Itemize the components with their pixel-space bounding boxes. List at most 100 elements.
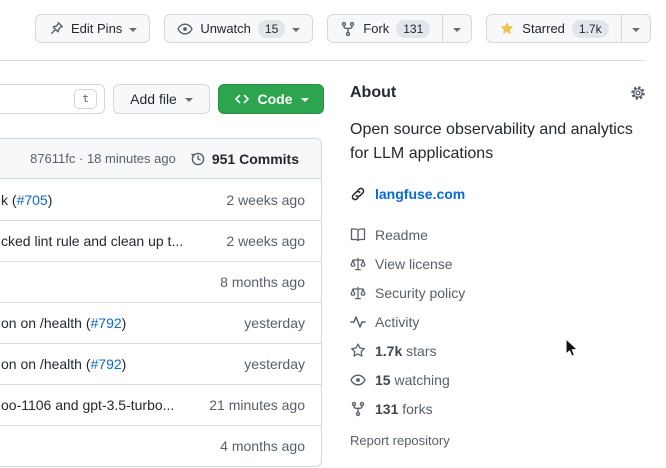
unwatch-label: Unwatch [200,21,251,36]
about-sidebar: About Open source observability and anal… [350,84,646,448]
eye-icon [350,372,366,388]
commit-message-text: on on /health ( [1,356,91,372]
history-icon [190,151,206,167]
commit-message: cked lint rule and clean up t... [1,233,226,249]
table-row: oo-1106 and gpt-3.5-turbo... 21 minutes … [0,384,321,425]
commit-message: on on /health (#792) [1,315,244,331]
watching-stat: 15 watching [375,372,450,388]
add-file-label: Add file [130,91,177,107]
security-policy-label: Security policy [375,285,465,301]
commit-age[interactable]: 8 months ago [220,274,305,290]
watching-link[interactable]: 15 watching [350,365,646,394]
pr-link[interactable]: #792 [91,315,122,331]
repo-action-bar: Edit Pins Unwatch 15 Fork 131 Starred 1.… [35,14,651,43]
commits-count-label: 951 Commits [212,151,299,167]
fork-label: Fork [363,21,389,36]
fork-count-badge: 131 [396,20,430,38]
commit-age[interactable]: 2 weeks ago [226,192,305,208]
dropdown-caret-icon [292,28,300,32]
table-row: 4 months ago [0,425,321,466]
link-icon [350,186,366,202]
forks-stat: 131 forks [375,401,433,417]
file-rows: k (#705) 2 weeks ago cked lint rule and … [0,179,321,466]
table-row: on on /health (#792) yesterday [0,343,321,384]
commit-message-text: ) [122,356,127,372]
commit-message: k (#705) [1,192,226,208]
latest-commit-sha-time[interactable]: 87611fc · 18 minutes ago [30,151,176,166]
forks-label: forks [402,401,432,417]
commit-message-text: oo-1106 and gpt-3.5-turbo... [1,397,174,413]
commit-history-link[interactable]: 951 Commits [190,151,299,167]
header-divider [0,60,645,61]
commit-age[interactable]: yesterday [244,356,305,372]
dropdown-caret-icon [301,98,309,102]
edit-pins-button[interactable]: Edit Pins [35,14,150,43]
about-links-list: Readme View license Security policy Acti… [350,220,646,423]
view-license-label: View license [375,256,453,272]
watching-count: 15 [375,372,391,388]
commit-message-text: ) [48,192,53,208]
edit-pins-label: Edit Pins [71,21,122,36]
dropdown-caret-icon [632,28,640,32]
book-icon [350,227,366,243]
dropdown-caret-icon [129,28,137,32]
watchers-count-badge: 15 [258,20,285,38]
view-license-link[interactable]: View license [350,249,646,278]
file-table: 87611fc · 18 minutes ago 951 Commits k (… [0,138,322,467]
starred-button[interactable]: Starred 1.7k [487,15,620,42]
commit-message: on on /health (#792) [1,356,244,372]
star-icon [499,21,515,37]
star-button-group: Starred 1.7k [486,14,650,43]
repo-description: Open source observability and analytics … [350,118,650,166]
commit-message-text: k ( [1,192,17,208]
table-row: k (#705) 2 weeks ago [0,179,321,220]
table-row: 8 months ago [0,261,321,302]
pr-link[interactable]: #792 [91,356,122,372]
pr-link[interactable]: #705 [17,192,48,208]
stars-count: 1.7k [375,343,402,359]
law-icon [350,285,366,301]
website-link[interactable]: langfuse.com [375,186,465,202]
fork-dropdown-button[interactable] [442,15,471,42]
fork-icon [340,21,356,37]
stars-label: stars [406,343,436,359]
commit-age[interactable]: yesterday [244,315,305,331]
pulse-icon [350,314,366,330]
star-icon [350,343,366,359]
fork-button-group: Fork 131 [327,14,472,43]
commit-age[interactable]: 21 minutes ago [209,397,305,413]
pin-icon [48,21,64,37]
fork-button[interactable]: Fork 131 [328,15,442,42]
commit-age[interactable]: 2 weeks ago [226,233,305,249]
commit-message-text: cked lint rule and clean up t... [1,233,183,249]
code-button[interactable]: Code [218,84,324,114]
code-label: Code [258,91,293,107]
website-row: langfuse.com [350,186,646,202]
unwatch-button[interactable]: Unwatch 15 [164,14,313,43]
go-to-file-input[interactable]: t [0,84,105,114]
starred-label: Starred [522,21,565,36]
keyboard-shortcut-badge: t [74,89,97,109]
dropdown-caret-icon [453,28,461,32]
commit-age[interactable]: 4 months ago [220,438,305,454]
forks-count: 131 [375,401,398,417]
table-row: cked lint rule and clean up t... 2 weeks… [0,220,321,261]
eye-icon [177,21,193,37]
activity-label: Activity [375,314,419,330]
about-header: About [350,84,646,102]
latest-commit-bar: 87611fc · 18 minutes ago 951 Commits [0,139,321,179]
security-policy-link[interactable]: Security policy [350,278,646,307]
commit-message-text: on on /health ( [1,315,91,331]
add-file-button[interactable]: Add file [113,84,210,114]
watching-label: watching [394,372,449,388]
gear-icon[interactable] [630,85,646,101]
fork-icon [350,401,366,417]
readme-link[interactable]: Readme [350,220,646,249]
stars-link[interactable]: 1.7k stars [350,336,646,365]
about-title: About [350,84,396,102]
table-row: on on /health (#792) yesterday [0,302,321,343]
activity-link[interactable]: Activity [350,307,646,336]
forks-link[interactable]: 131 forks [350,394,646,423]
star-dropdown-button[interactable] [621,15,650,42]
report-repository-link[interactable]: Report repository [350,433,646,448]
